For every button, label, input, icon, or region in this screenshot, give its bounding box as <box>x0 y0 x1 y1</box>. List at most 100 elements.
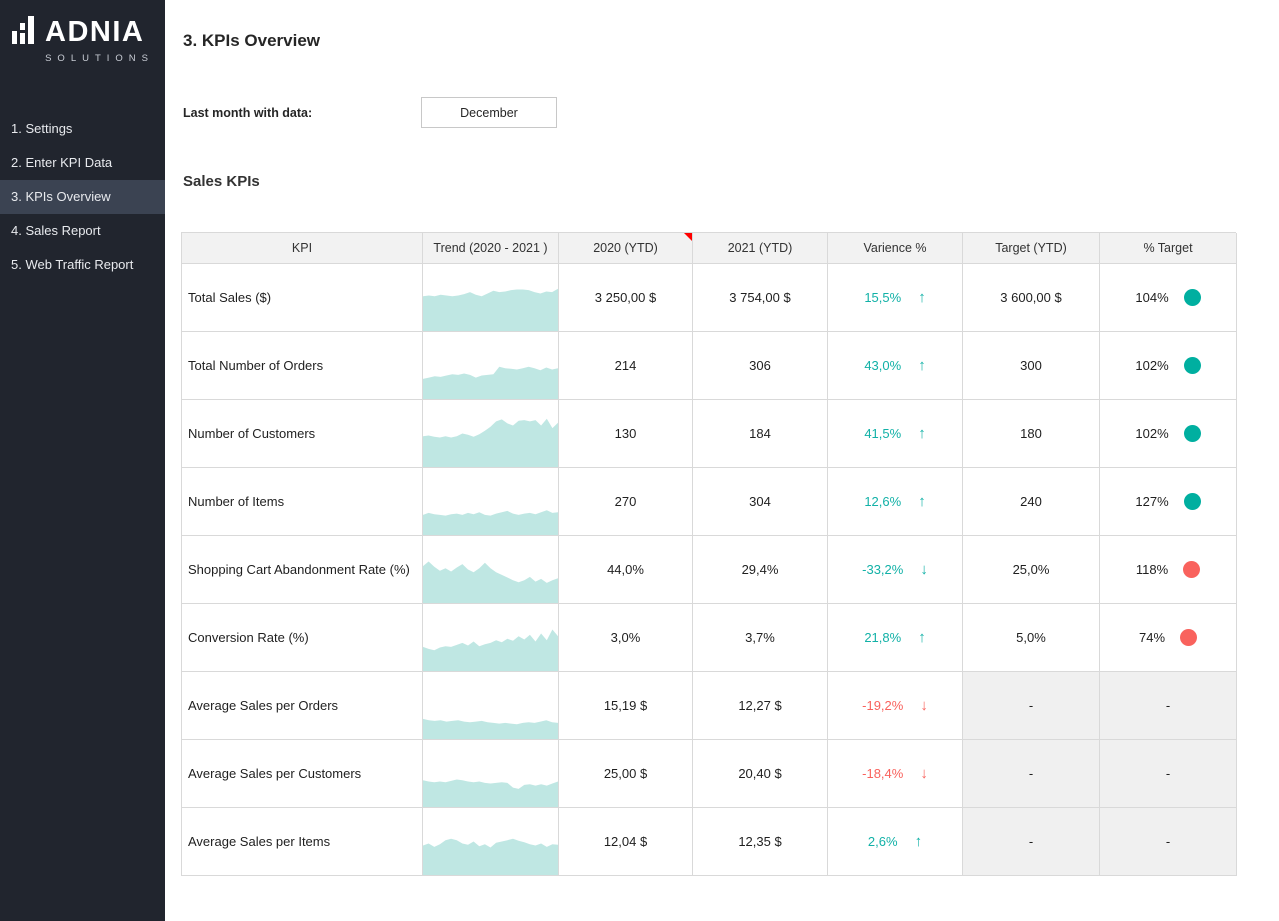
sidebar-nav: 1. Settings2. Enter KPI Data3. KPIs Over… <box>0 112 165 282</box>
target-cell: - <box>963 672 1100 740</box>
target-cell: 5,0% <box>963 604 1100 672</box>
kpi-name-cell: Number of Customers <box>182 400 423 468</box>
target-cell: - <box>963 740 1100 808</box>
pct-target-value: 127% <box>1135 494 1168 509</box>
value-2020-cell: 130 <box>559 400 693 468</box>
variance-cell: 41,5% ↑ <box>828 400 963 468</box>
status-dot-teal <box>1184 357 1201 374</box>
variance-cell: -18,4% ↓ <box>828 740 963 808</box>
sidebar-item-5-web-traffic-report[interactable]: 5. Web Traffic Report <box>0 248 165 282</box>
trend-cell <box>423 264 559 332</box>
logo-row: ADNIA <box>12 16 155 46</box>
trend-sparkline-chart <box>423 808 558 875</box>
trend-down-arrow-icon: ↓ <box>920 698 928 713</box>
value-2021-cell: 184 <box>693 400 828 468</box>
value-2020-cell: 3 250,00 $ <box>559 264 693 332</box>
status-dot-red <box>1180 629 1197 646</box>
pct-target-cell: 102% <box>1100 400 1237 468</box>
pct-target-cell: 102% <box>1100 332 1237 400</box>
last-month-select[interactable]: December <box>421 97 557 128</box>
page-title: 3. KPIs Overview <box>183 31 1279 51</box>
target-cell: - <box>963 808 1100 876</box>
kpi-name-cell: Total Sales ($) <box>182 264 423 332</box>
variance-value: 15,5% <box>864 290 901 305</box>
variance-cell: 43,0%↑ <box>828 332 963 400</box>
value-2020-cell: 25,00 $ <box>559 740 693 808</box>
variance-value: -19,2% <box>862 698 903 713</box>
comment-marker-icon <box>684 233 692 241</box>
pct-target-cell: - <box>1100 740 1237 808</box>
trend-cell <box>423 332 559 400</box>
kpi-name-cell: Total Number of Orders <box>182 332 423 400</box>
column-header-varience: Varience % <box>828 233 963 264</box>
trend-cell <box>423 536 559 604</box>
variance-value: -18,4% <box>862 766 903 781</box>
value-2020-cell: 15,19 $ <box>559 672 693 740</box>
trend-sparkline-chart <box>423 332 558 399</box>
trend-sparkline-chart <box>423 264 558 331</box>
sidebar-item-1-settings[interactable]: 1. Settings <box>0 112 165 146</box>
pct-target-cell: 104% <box>1100 264 1237 332</box>
pct-target-value: - <box>1166 766 1170 781</box>
column-header-trend-2020-2021: Trend (2020 - 2021 ) <box>423 233 559 264</box>
value-2021-cell: 3,7% <box>693 604 828 672</box>
value-2021-cell: 306 <box>693 332 828 400</box>
trend-cell <box>423 672 559 740</box>
trend-up-arrow-icon: ↑ <box>918 290 926 305</box>
target-cell: 300 <box>963 332 1100 400</box>
column-header-kpi: KPI <box>182 233 423 264</box>
column-header-target-ytd: Target (YTD) <box>963 233 1100 264</box>
variance-value: 41,5% <box>864 426 901 441</box>
variance-cell: -33,2%↓ <box>828 536 963 604</box>
trend-cell <box>423 468 559 536</box>
pct-target-value: - <box>1166 834 1170 849</box>
sidebar-item-3-kpis-overview[interactable]: 3. KPIs Overview <box>0 180 165 214</box>
status-dot-teal <box>1184 493 1201 510</box>
target-cell: 240 <box>963 468 1100 536</box>
trend-sparkline-chart <box>423 672 558 739</box>
value-2020-cell: 214 <box>559 332 693 400</box>
value-2021-cell: 12,35 $ <box>693 808 828 876</box>
value-2021-cell: 3 754,00 $ <box>693 264 828 332</box>
kpi-name-cell: Average Sales per Items <box>182 808 423 876</box>
section-title: Sales KPIs <box>183 173 1279 190</box>
status-dot-teal <box>1184 425 1201 442</box>
pct-target-cell: 74% <box>1100 604 1237 672</box>
trend-cell <box>423 808 559 876</box>
trend-down-arrow-icon: ↓ <box>920 766 928 781</box>
pct-target-cell: 127% <box>1100 468 1237 536</box>
trend-down-arrow-icon: ↓ <box>920 562 928 577</box>
kpi-name-cell: Number of Items <box>182 468 423 536</box>
variance-cell: 15,5% ↑ <box>828 264 963 332</box>
pct-target-value: 118% <box>1136 562 1168 577</box>
kpi-name-cell: Conversion Rate (%) <box>182 604 423 672</box>
value-2021-cell: 12,27 $ <box>693 672 828 740</box>
pct-target-value: - <box>1166 698 1170 713</box>
main-content: 3. KPIs Overview Last month with data: D… <box>165 0 1279 921</box>
sidebar-item-2-enter-kpi-data[interactable]: 2. Enter KPI Data <box>0 146 165 180</box>
last-month-label: Last month with data: <box>183 106 421 120</box>
value-2021-cell: 29,4% <box>693 536 828 604</box>
trend-cell <box>423 740 559 808</box>
trend-up-arrow-icon: ↑ <box>918 426 926 441</box>
variance-value: 12,6% <box>864 494 901 509</box>
variance-value: 21,8% <box>864 630 901 645</box>
logo: ADNIA SOLUTIONS <box>0 0 165 64</box>
value-2021-cell: 304 <box>693 468 828 536</box>
trend-up-arrow-icon: ↑ <box>915 834 923 849</box>
column-header-2021-ytd: 2021 (YTD) <box>693 233 828 264</box>
variance-value: 43,0% <box>864 358 901 373</box>
pct-target-value: 102% <box>1135 358 1168 373</box>
logo-bars-icon <box>12 16 38 46</box>
variance-cell: 2,6%↑ <box>828 808 963 876</box>
pct-target-cell: - <box>1100 808 1237 876</box>
sidebar-item-4-sales-report[interactable]: 4. Sales Report <box>0 214 165 248</box>
trend-sparkline-chart <box>423 400 558 467</box>
last-month-row: Last month with data: December <box>183 97 1279 128</box>
target-cell: 180 <box>963 400 1100 468</box>
kpi-name-cell: Average Sales per Orders <box>182 672 423 740</box>
kpi-table: KPITrend (2020 - 2021 )2020 (YTD)2021 (Y… <box>181 232 1236 876</box>
pct-target-value: 104% <box>1135 290 1168 305</box>
value-2020-cell: 270 <box>559 468 693 536</box>
column-header-2020-ytd: 2020 (YTD) <box>559 233 693 264</box>
